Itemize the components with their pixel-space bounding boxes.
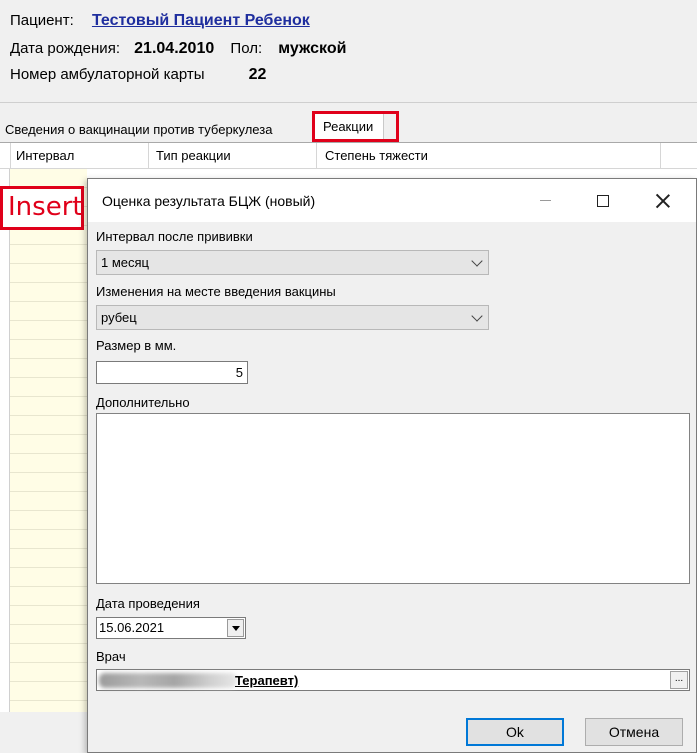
card-label: Номер амбулаторной карты — [10, 66, 205, 83]
doctor-label: Врач — [96, 649, 126, 664]
chevron-down-icon — [471, 255, 483, 267]
card-number: 22 — [248, 66, 267, 83]
doctor-select-button[interactable]: ... — [670, 671, 688, 689]
column-reaction-type[interactable]: Тип реакции — [156, 148, 231, 163]
grid-divider — [660, 143, 661, 169]
insert-annotation: Insert — [0, 186, 84, 230]
interval-select-value: 1 месяц — [101, 255, 149, 270]
header-divider — [0, 102, 697, 103]
doctor-name-redacted — [99, 673, 237, 688]
maximize-icon — [597, 194, 609, 207]
extra-label: Дополнительно — [96, 395, 190, 410]
close-icon — [656, 194, 670, 208]
changes-select-value: рубец — [101, 310, 137, 325]
grid-divider — [10, 143, 11, 169]
patient-header: Пациент: Тестовый Пациент Ребенок Дата р… — [0, 0, 697, 102]
changes-label: Изменения на месте введения вакцины — [96, 284, 336, 299]
minimize-icon — [539, 200, 551, 201]
birth-date: 21.04.2010 — [134, 40, 215, 57]
size-label: Размер в мм. — [96, 338, 177, 353]
insert-annotation-label: Insert — [8, 192, 83, 222]
date-label: Дата проведения — [96, 596, 200, 611]
tab-reactions[interactable]: Реакции — [312, 113, 385, 143]
column-interval[interactable]: Интервал — [16, 148, 74, 163]
close-button[interactable] — [640, 179, 686, 222]
patient-name-link[interactable]: Тестовый Пациент Ребенок — [92, 12, 310, 30]
chevron-down-icon — [471, 310, 483, 322]
dialog-title: Оценка результата БЦЖ (новый) — [102, 193, 316, 209]
bcg-result-dialog: Оценка результата БЦЖ (новый) Интервал п… — [87, 178, 697, 753]
extra-textarea[interactable] — [96, 413, 690, 584]
birth-row: Дата рождения: 21.04.2010 Пол: мужской — [10, 40, 346, 58]
grid-divider — [316, 143, 317, 169]
tab-vaccination-info[interactable]: Сведения о вакцинации против туберкулеза — [5, 122, 272, 137]
grid-header: Интервал Тип реакции Степень тяжести — [0, 143, 697, 169]
interval-select[interactable]: 1 месяц — [96, 250, 489, 275]
grid-divider — [148, 143, 149, 169]
patient-label: Пациент: — [10, 12, 74, 29]
minimize-button[interactable] — [522, 179, 568, 222]
cancel-button[interactable]: Отмена — [585, 718, 683, 746]
changes-select[interactable]: рубец — [96, 305, 489, 330]
patient-row: Пациент: Тестовый Пациент Ребенок — [10, 12, 310, 30]
date-dropdown-button[interactable] — [227, 619, 244, 637]
interval-label: Интервал после прививки — [96, 229, 253, 244]
date-picker[interactable]: 15.06.2021 — [96, 617, 246, 639]
doctor-field[interactable]: Терапевт) ... — [96, 669, 690, 691]
birth-label: Дата рождения: — [10, 40, 120, 57]
sex-value: мужской — [278, 40, 347, 57]
ok-button[interactable]: Ok — [466, 718, 564, 746]
sex-label: Пол: — [230, 40, 263, 57]
size-input-value: 5 — [235, 365, 243, 380]
dialog-titlebar[interactable]: Оценка результата БЦЖ (новый) — [88, 179, 696, 222]
grid-rows[interactable] — [10, 169, 87, 713]
grid-row-header — [0, 169, 10, 713]
maximize-button[interactable] — [580, 179, 626, 222]
dropdown-arrow-icon — [232, 626, 240, 631]
card-row: Номер амбулаторной карты 22 — [10, 66, 266, 84]
tab-bar: Сведения о вакцинации против туберкулеза… — [0, 112, 697, 143]
doctor-value: Терапевт) — [235, 673, 299, 688]
column-severity[interactable]: Степень тяжести — [325, 148, 428, 163]
date-value: 15.06.2021 — [99, 620, 165, 635]
size-input[interactable]: 5 — [96, 361, 248, 384]
